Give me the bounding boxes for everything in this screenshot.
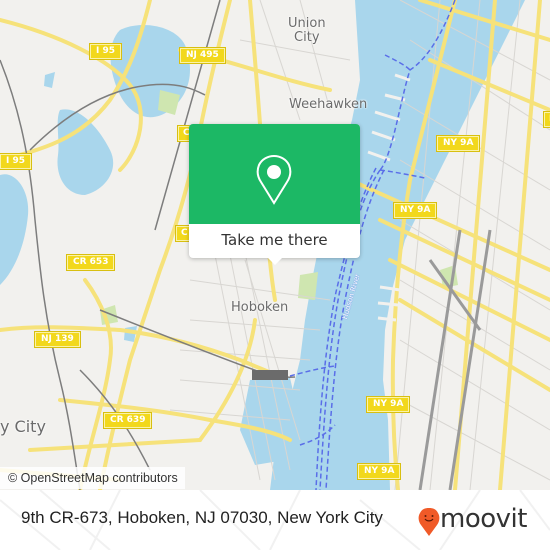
road-shield-edge: E xyxy=(544,112,550,127)
place-label-weehawken: Weehawken xyxy=(289,97,368,112)
road-shield-ny9a: NY 9A xyxy=(358,464,401,479)
map-pin-icon xyxy=(256,154,292,205)
small-pond xyxy=(44,72,55,88)
place-label-hoboken: Hoboken xyxy=(231,300,289,315)
road-shield-ny9a: NY 9A xyxy=(437,136,480,151)
road-shield-nj495: NJ 495 xyxy=(180,48,225,63)
hoboken-terminal xyxy=(252,370,288,380)
moovit-wordmark: moovit xyxy=(440,504,527,534)
road-shield-cr653: CR 653 xyxy=(67,255,115,270)
road-shield-nj139: NJ 139 xyxy=(35,332,80,347)
marsh-water xyxy=(57,109,114,195)
address-text: 9th CR-673, Hoboken, NJ 07030, New York … xyxy=(21,508,383,527)
destination-popup: Take me there xyxy=(189,124,360,265)
popup-pointer xyxy=(267,257,283,265)
place-label-union-city: Union City xyxy=(288,16,326,45)
road-shield-cr639: CR 639 xyxy=(104,413,152,428)
footer: 9th CR-673, Hoboken, NJ 07030, New York … xyxy=(0,490,550,550)
moovit-smiley-pin-icon xyxy=(418,508,440,536)
lake-north xyxy=(110,25,190,118)
road-shield-i95-left: I 95 xyxy=(0,154,32,169)
take-me-there-button[interactable]: Take me there xyxy=(189,224,360,258)
map[interactable]: Union City Weehawken Hoboken y City Huds… xyxy=(0,0,550,490)
map-attribution[interactable]: © OpenStreetMap contributors xyxy=(0,467,185,489)
road-shield-i95: I 95 xyxy=(90,44,122,59)
hackensack-river xyxy=(0,174,29,285)
place-label-jersey-city: y City xyxy=(0,417,46,436)
popup-header xyxy=(189,124,360,224)
road-shield-ny9a: NY 9A xyxy=(394,203,437,218)
road-shield-ny9a: NY 9A xyxy=(367,397,410,412)
